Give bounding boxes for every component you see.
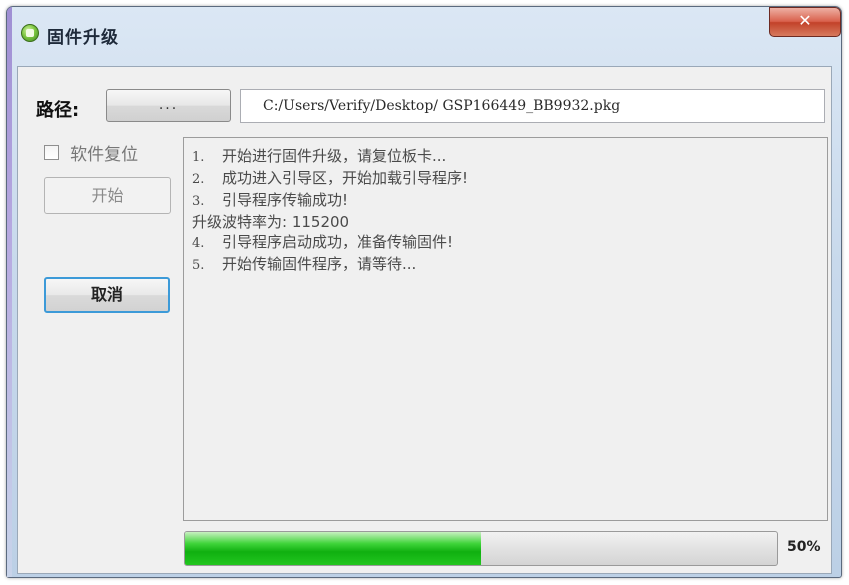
log-line-text: 引导程序传输成功! [222,191,349,209]
log-line-text: 开始传输固件程序，请等待... [222,255,417,273]
dialog-body: 路径: ... C:/Users/Verify/Desktop/ GSP1664… [17,66,832,574]
log-line-number: 1. [192,150,205,165]
log-line-text: 引导程序启动成功，准备传输固件! [222,233,454,251]
soft-reset-checkbox[interactable] [44,145,59,160]
log-line-number: 3. [192,194,205,209]
progress-percent: 50% [787,539,821,555]
log-line: 2. 成功进入引导区，开始加载引导程序! [192,168,819,190]
app-icon [21,24,39,42]
log-line: 5. 开始传输固件程序，请等待... [192,254,819,276]
log-line: 升级波特率为: 115200 [192,212,819,232]
browse-button[interactable]: ... [106,89,231,122]
log-line-number: 4. [192,236,205,251]
start-button[interactable]: 开始 [44,177,171,214]
firmware-upgrade-window: 固件升级 ✕ 路径: ... C:/Users/Verify/Desktop/ … [6,6,842,578]
log-line: 1. 开始进行固件升级，请复位板卡... [192,146,819,168]
log-line-number: 2. [192,172,205,187]
progress-fill [185,532,481,565]
title-bar[interactable]: 固件升级 ✕ [7,7,841,53]
window-title: 固件升级 [47,28,119,48]
close-button[interactable]: ✕ [769,7,841,37]
log-line-text: 升级波特率为: 115200 [192,213,350,231]
path-label: 路径: [36,100,80,121]
log-output[interactable]: 1. 开始进行固件升级，请复位板卡... 2. 成功进入引导区，开始加载引导程序! 3.… [183,137,828,521]
log-line-number: 5. [192,258,205,273]
log-line-text: 开始进行固件升级，请复位板卡... [222,147,447,165]
soft-reset-label: 软件复位 [70,145,139,165]
log-line: 4. 引导程序启动成功，准备传输固件! [192,232,819,254]
log-line-text: 成功进入引导区，开始加载引导程序! [222,169,469,187]
soft-reset-option[interactable]: 软件复位 [44,140,139,165]
log-line: 3. 引导程序传输成功! [192,190,819,212]
path-field[interactable]: C:/Users/Verify/Desktop/ GSP166449_BB993… [240,89,825,123]
close-icon: ✕ [798,11,812,30]
cancel-button[interactable]: 取消 [44,277,170,313]
progress-bar [184,531,778,566]
